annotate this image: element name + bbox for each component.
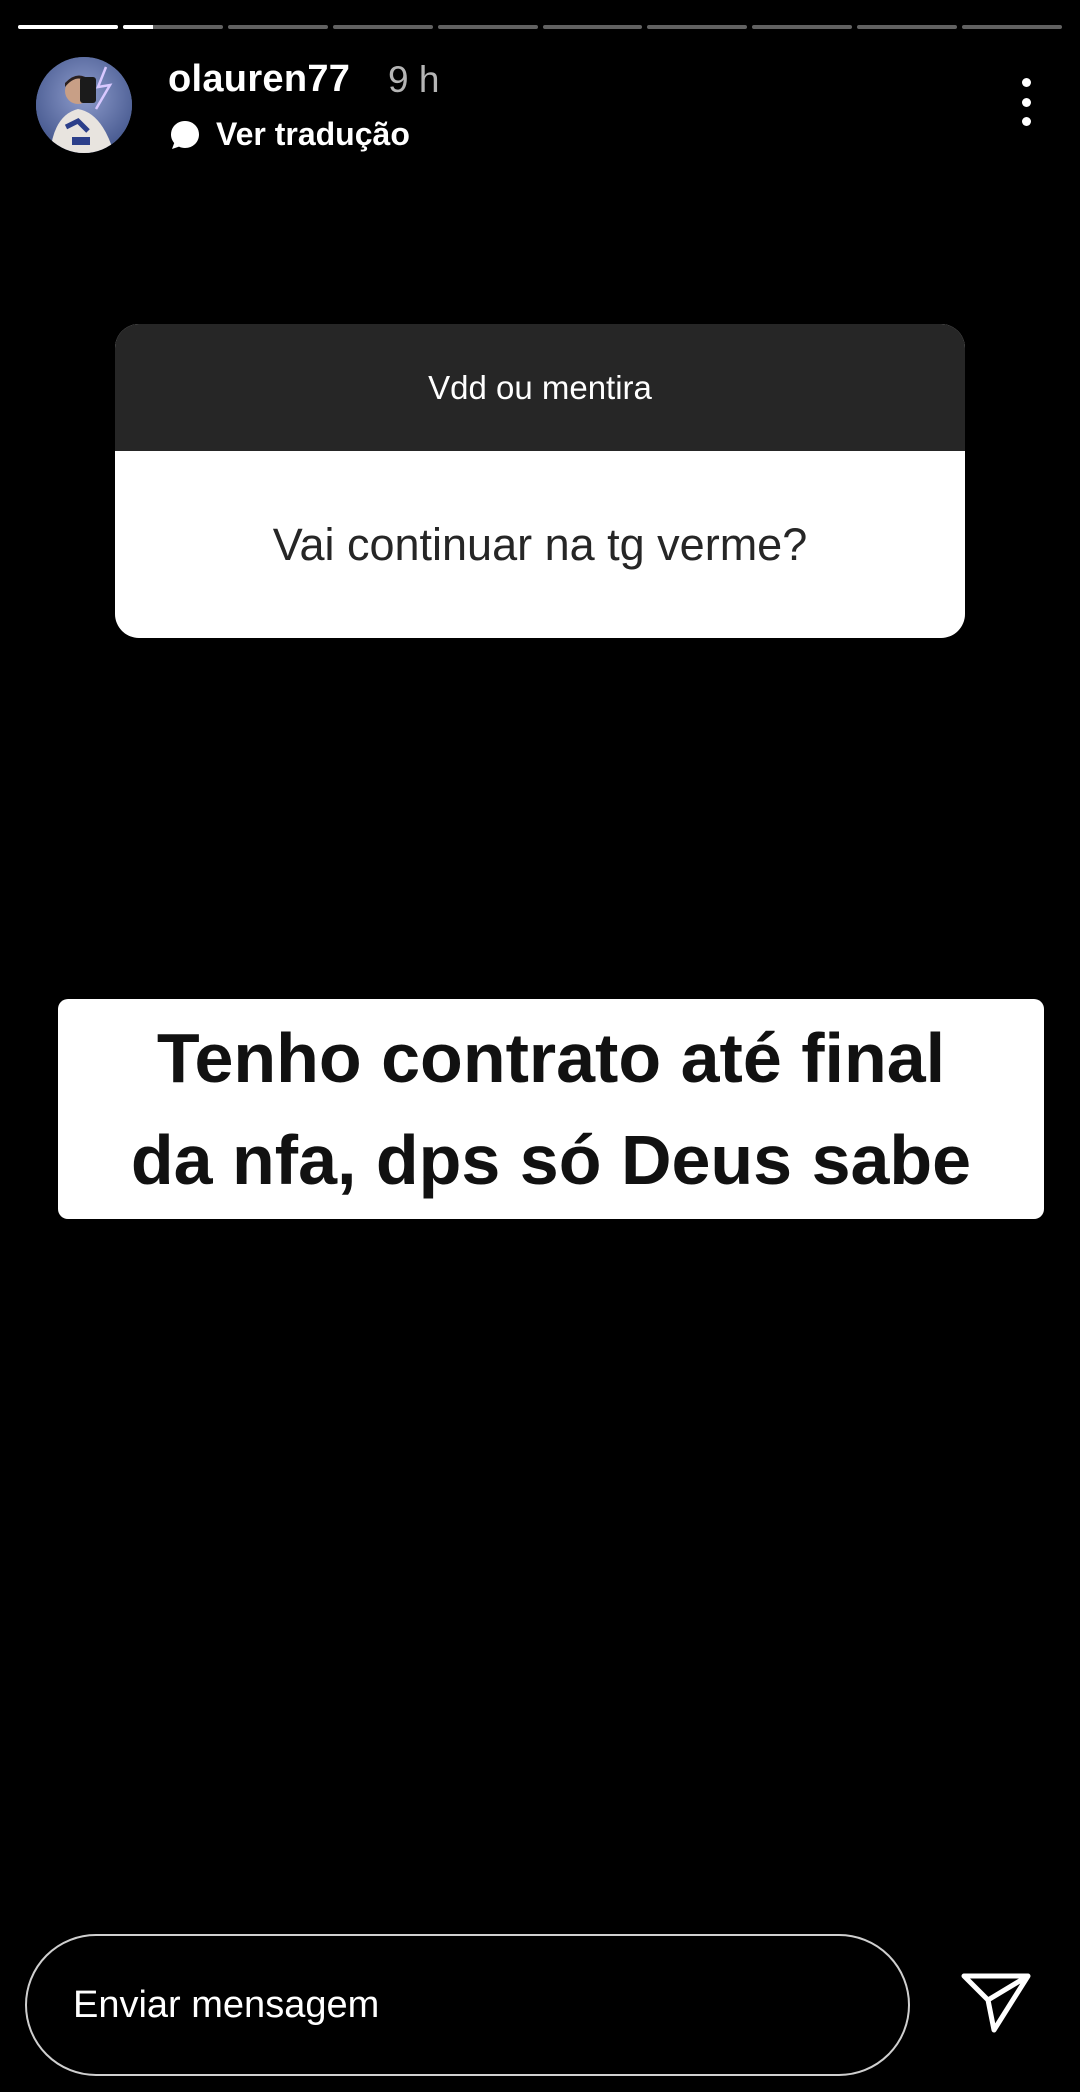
username[interactable]: olauren77 — [168, 58, 350, 101]
question-sticker-question: Vai continuar na tg verme? — [272, 518, 808, 570]
answer-line-1: Tenho contrato até final — [156, 1019, 946, 1097]
progress-segment — [752, 25, 853, 29]
answer-line-2: da nfa, dps só Deus sabe — [130, 1121, 972, 1199]
progress-segment — [857, 25, 958, 29]
answer-text-box: Tenho contrato até final da nfa, dps só … — [58, 999, 1044, 1219]
speech-bubble-icon — [171, 120, 199, 149]
avatar[interactable] — [36, 57, 132, 153]
progress-segment — [18, 25, 118, 29]
progress-segment — [542, 25, 643, 29]
profile-photo — [36, 57, 132, 153]
more-vertical-icon — [1021, 97, 1031, 107]
message-input[interactable]: Enviar mensagem — [25, 1934, 910, 2076]
more-vertical-icon — [1021, 117, 1031, 126]
translate-button[interactable]: Ver tradução — [168, 116, 410, 153]
progress-segment — [647, 25, 748, 29]
send-button[interactable] — [960, 1970, 1032, 2036]
post-time: 9 h — [388, 59, 440, 100]
progress-segment-fill — [18, 25, 118, 29]
question-sticker-header: Vdd ou mentira — [115, 324, 965, 451]
question-sticker: Vdd ou mentira Vai continuar na tg verme… — [115, 324, 965, 638]
send-icon — [961, 1973, 1031, 2033]
progress-segment — [437, 25, 538, 29]
progress-segment — [962, 25, 1063, 29]
more-options-button[interactable] — [1016, 78, 1036, 126]
progress-segment — [227, 25, 328, 29]
story-progress-bar — [18, 25, 1063, 29]
progress-segment — [122, 25, 223, 29]
progress-segment — [332, 25, 433, 29]
more-vertical-icon — [1021, 78, 1031, 87]
message-input-placeholder: Enviar mensagem — [73, 1983, 380, 2026]
progress-segment-fill — [122, 25, 153, 29]
translate-label: Ver tradução — [216, 116, 410, 152]
